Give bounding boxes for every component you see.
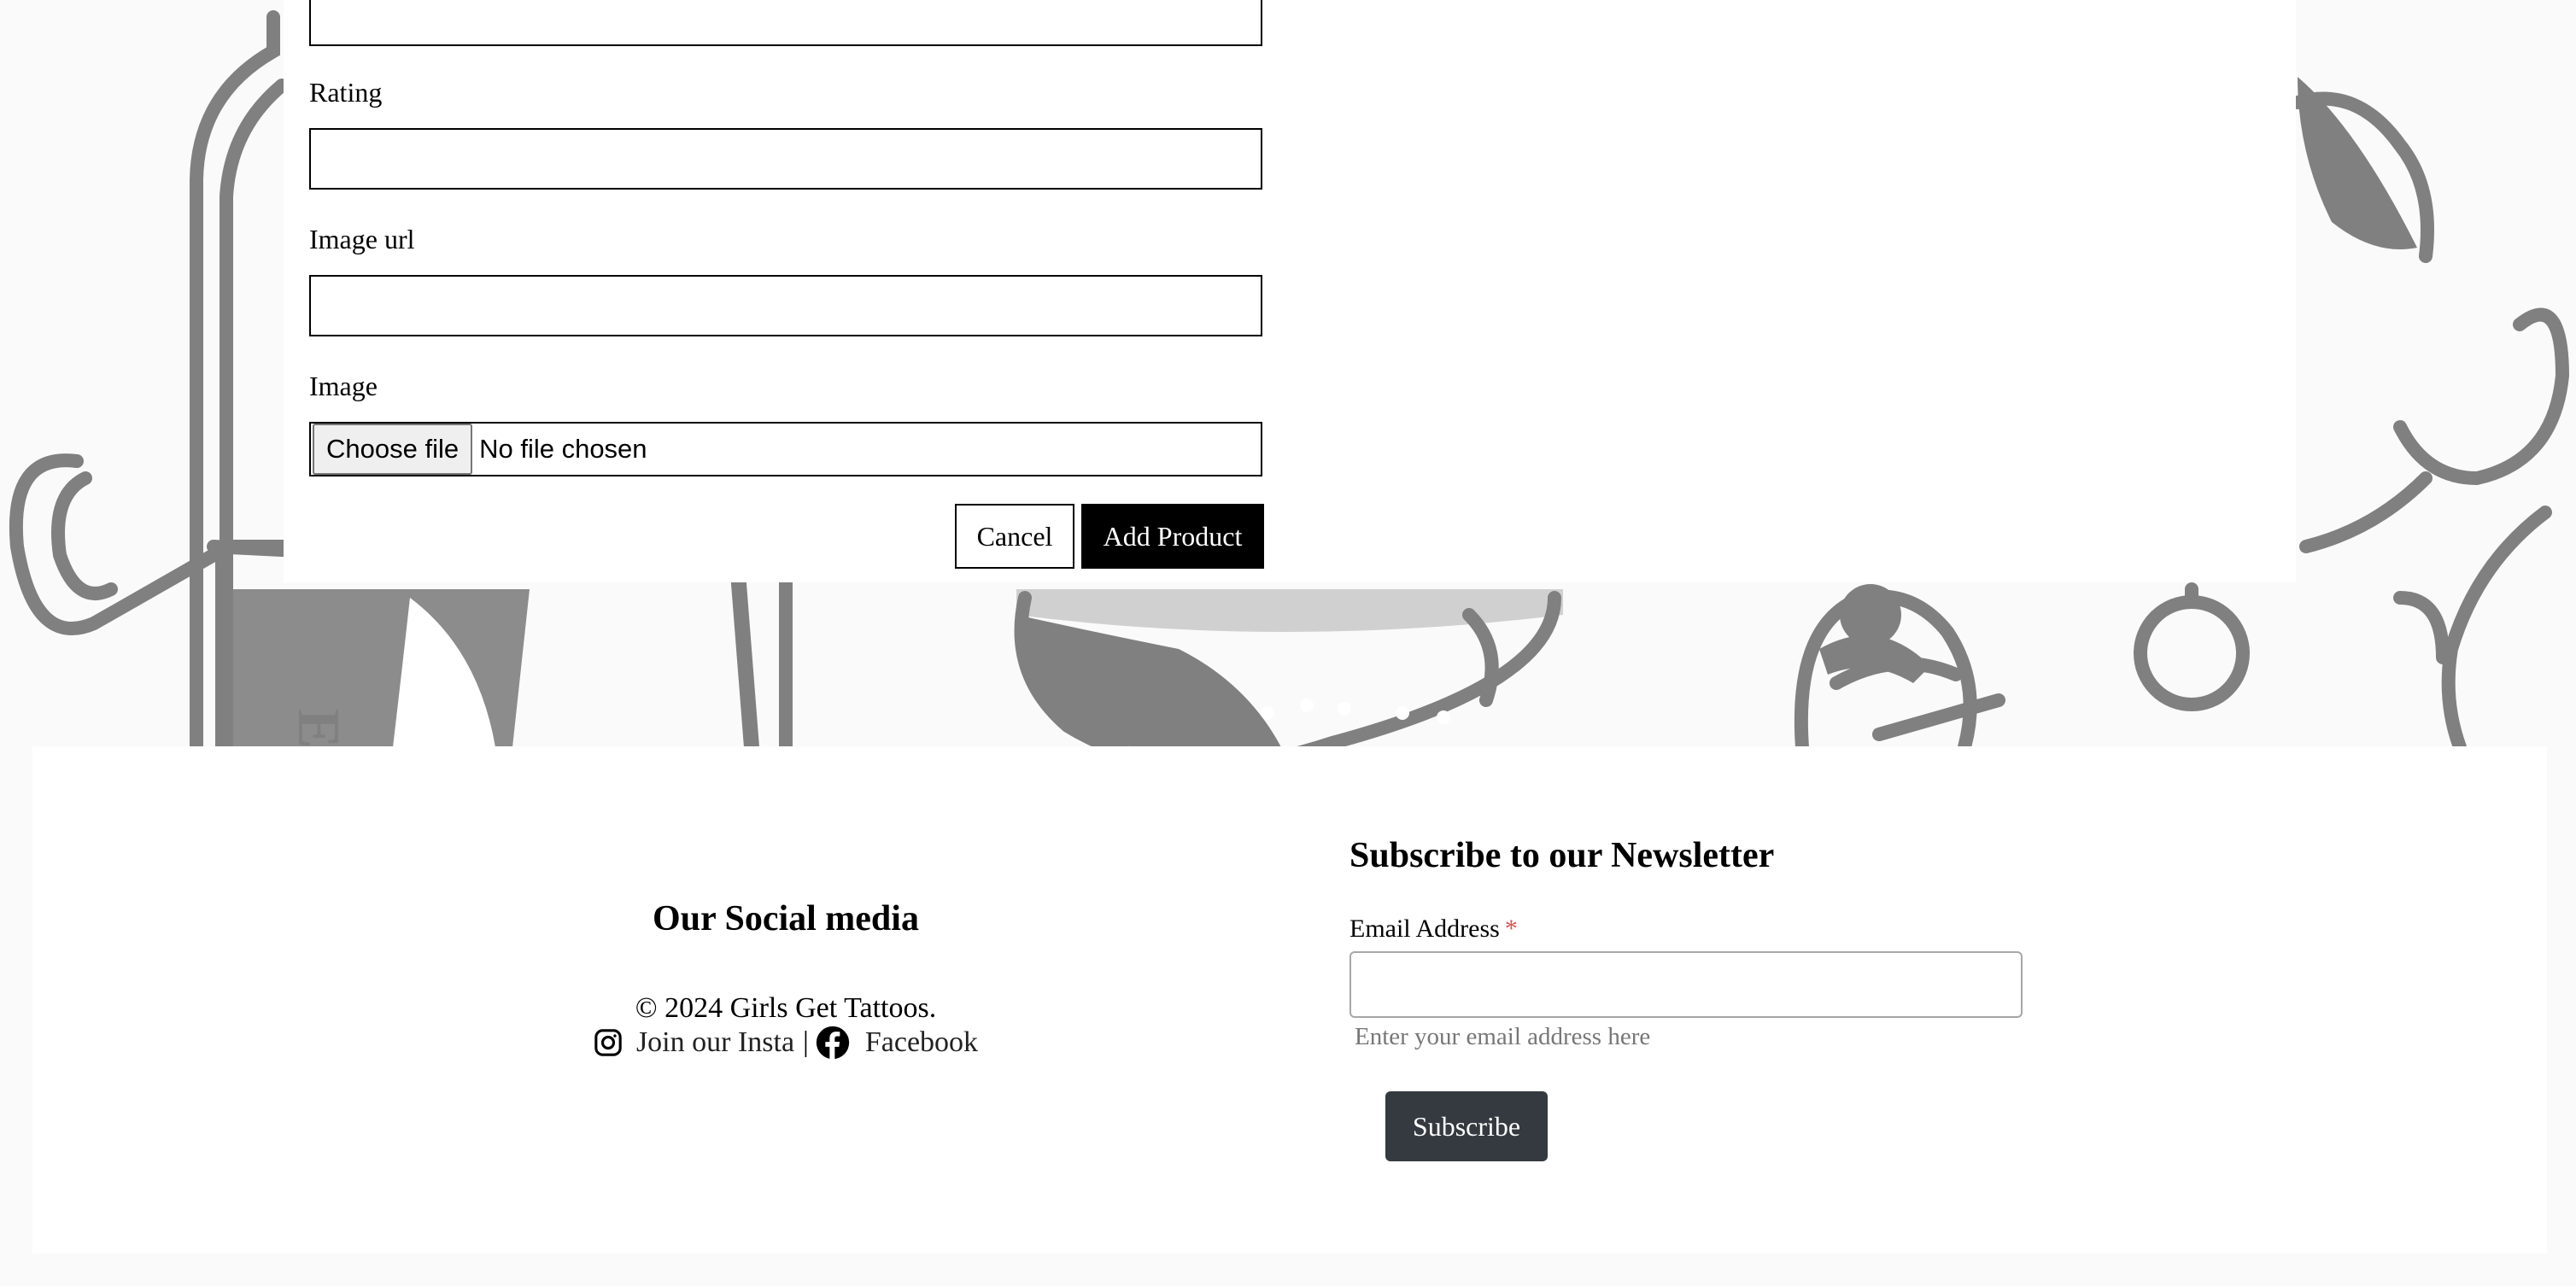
social-media-heading: Our Social media xyxy=(653,899,919,938)
instagram-link[interactable]: Join our Insta xyxy=(594,1023,794,1062)
facebook-link[interactable]: Facebook xyxy=(816,1023,978,1062)
required-marker: * xyxy=(1504,915,1518,943)
newsletter-heading: Subscribe to our Newsletter xyxy=(1349,836,1775,875)
footer: Our Social media © 2024 Girls Get Tattoo… xyxy=(32,746,2547,1254)
email-label-text: Email Address xyxy=(1349,915,1500,943)
image-url-label: Image url xyxy=(309,224,415,254)
copyright-text: © 2024 Girls Get Tattoos. xyxy=(635,992,937,1024)
rating-label: Rating xyxy=(309,77,383,108)
rating-input[interactable] xyxy=(309,128,1262,190)
subscribe-button[interactable]: Subscribe xyxy=(1385,1091,1548,1161)
file-status: No file chosen xyxy=(479,434,647,464)
image-file-input[interactable]: Choose file No file chosen xyxy=(309,422,1262,476)
cancel-button[interactable]: Cancel xyxy=(955,504,1074,569)
facebook-label: Facebook xyxy=(864,1026,979,1058)
instagram-icon xyxy=(594,1028,623,1057)
email-label: Email Address * xyxy=(1349,914,1518,944)
previous-field-input[interactable] xyxy=(309,0,1262,46)
svg-text:ES: ES xyxy=(285,709,351,747)
add-product-button[interactable]: Add Product xyxy=(1081,504,1264,569)
choose-file-button[interactable]: Choose file xyxy=(313,424,473,475)
image-label: Image xyxy=(309,371,378,401)
add-product-form: Rating Image url Image Choose file No fi… xyxy=(284,0,2296,582)
link-separator: | xyxy=(803,1026,809,1058)
social-links: Join our Insta | Facebook xyxy=(32,1023,1539,1062)
image-url-input[interactable] xyxy=(309,275,1262,336)
facebook-icon xyxy=(816,1026,850,1060)
email-hint: Enter your email address here xyxy=(1355,1023,1651,1050)
email-field[interactable] xyxy=(1349,951,2023,1018)
instagram-label: Join our Insta xyxy=(635,1026,795,1058)
